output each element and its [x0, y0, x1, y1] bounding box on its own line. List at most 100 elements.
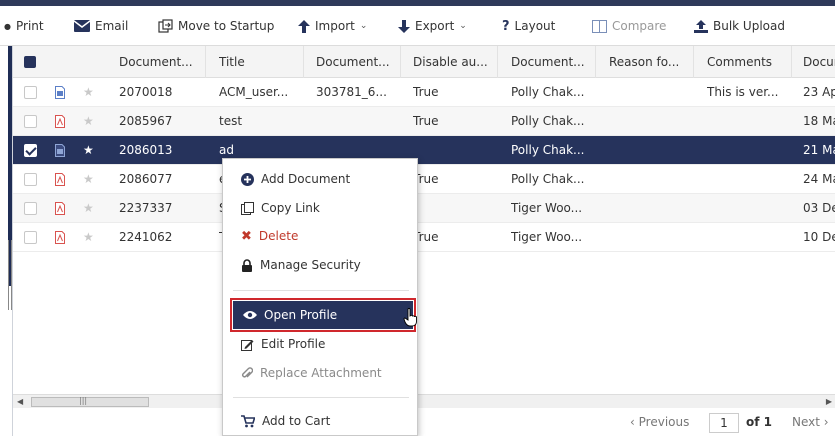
- word-file-icon: [55, 86, 65, 99]
- print-button[interactable]: ● Print: [4, 6, 44, 46]
- grid-header: Document... Title Document... Disable au…: [13, 46, 835, 78]
- row-checkbox[interactable]: [24, 202, 37, 215]
- table-row[interactable]: ★ 2237337 Sh Tiger Woo... 03 De: [13, 194, 835, 223]
- compare-label: Compare: [612, 19, 667, 33]
- column-header[interactable]: Reason fo...: [609, 46, 693, 78]
- menu-label: Add to Cart: [262, 414, 331, 428]
- scroll-left-icon[interactable]: ◀: [17, 395, 23, 409]
- paperclip-icon: [242, 366, 253, 377]
- column-header[interactable]: Comments: [707, 46, 791, 78]
- menu-item-edit-profile[interactable]: Edit Profile: [223, 330, 417, 358]
- table-row[interactable]: ★ 2241062 TE True Tiger Woo... 10 De: [13, 223, 835, 252]
- star-icon[interactable]: ★: [83, 165, 94, 194]
- page-number-input[interactable]: 1: [709, 413, 739, 433]
- document-grid: Document... Title Document... Disable au…: [12, 46, 835, 436]
- column-header[interactable]: Document...: [511, 46, 595, 78]
- menu-label: Delete: [258, 229, 299, 243]
- star-icon[interactable]: ★: [83, 136, 94, 165]
- cell-comments: [707, 194, 791, 223]
- email-label: Email: [95, 19, 129, 33]
- cell-date: 24 Ma: [803, 172, 835, 186]
- cell-date: 10 De: [803, 230, 835, 244]
- cart-icon: [241, 414, 255, 427]
- star-icon[interactable]: ★: [83, 107, 94, 136]
- chevron-down-icon: ⌄: [359, 21, 368, 31]
- cell-reason: [609, 107, 693, 136]
- cell-disable: True: [413, 114, 439, 128]
- menu-label: Replace Attachment: [260, 366, 382, 380]
- cell-owner: Polly Chak...: [511, 143, 585, 157]
- move-to-startup-label: Move to Startup: [178, 19, 275, 33]
- previous-page-button[interactable]: ‹ Previous: [630, 408, 689, 436]
- star-icon[interactable]: ★: [83, 223, 94, 252]
- cell-reason: [609, 78, 693, 107]
- row-checkbox-checked[interactable]: [24, 144, 37, 157]
- row-checkbox[interactable]: [24, 86, 37, 99]
- cell-comments: [707, 107, 791, 136]
- cell-title: test: [219, 114, 243, 128]
- menu-item-open-profile[interactable]: Open Profile: [230, 298, 416, 332]
- cell-document-number: 2086077: [119, 172, 173, 186]
- cell-comments: This is ver...: [707, 85, 779, 99]
- cell-reason: [609, 136, 693, 165]
- column-header[interactable]: Document...: [119, 46, 203, 78]
- column-header[interactable]: Document...: [316, 46, 400, 78]
- email-button[interactable]: Email: [74, 6, 128, 46]
- cell-title: ACM_user...: [219, 85, 289, 99]
- cell-date: 03 De: [803, 201, 835, 215]
- column-header[interactable]: Docur: [803, 46, 835, 78]
- row-checkbox[interactable]: [24, 115, 37, 128]
- row-checkbox[interactable]: [24, 173, 37, 186]
- toolbar: ● Print Email Move to Startup Import ⌄ E…: [0, 6, 835, 46]
- menu-item-copy-link[interactable]: Copy Link: [223, 194, 417, 222]
- cell-owner: Polly Chak...: [511, 172, 585, 186]
- bulk-upload-button[interactable]: Bulk Upload: [694, 6, 785, 46]
- menu-divider: [233, 397, 409, 398]
- previous-label: Previous: [638, 415, 690, 429]
- cell-date: 18 Ma: [803, 114, 835, 128]
- menu-item-add-to-cart[interactable]: Add to Cart: [223, 407, 417, 435]
- cell-disable: True: [413, 172, 439, 186]
- word-file-icon: [55, 144, 65, 157]
- context-menu: Add Document Copy Link ✖ Delete Manage S…: [222, 158, 418, 436]
- menu-label: Add Document: [261, 172, 351, 186]
- cell-owner: Tiger Woo...: [511, 230, 583, 244]
- menu-item-replace-attachment[interactable]: Replace Attachment: [223, 359, 417, 387]
- horizontal-scrollbar[interactable]: ◀ ||| ▶: [13, 394, 835, 408]
- copy-icon: [241, 201, 254, 215]
- table-row-selected[interactable]: ★ 2086013 ad Polly Chak... 21 Ma: [13, 136, 835, 165]
- cell-comments: [707, 223, 791, 252]
- scroll-right-icon[interactable]: ▶: [826, 395, 832, 409]
- compare-button[interactable]: Compare: [592, 6, 666, 46]
- star-icon[interactable]: ★: [83, 194, 94, 223]
- column-header[interactable]: Title: [219, 46, 303, 78]
- move-to-startup-button[interactable]: Move to Startup: [158, 6, 274, 46]
- menu-item-manage-security[interactable]: Manage Security: [223, 251, 417, 279]
- row-checkbox[interactable]: [24, 231, 37, 244]
- scrollbar-thumb[interactable]: [31, 397, 149, 407]
- import-dropdown[interactable]: Import ⌄: [298, 6, 367, 46]
- plus-circle-icon: [241, 172, 254, 186]
- pdf-file-icon: [55, 231, 65, 244]
- cell-disable: True: [413, 230, 439, 244]
- menu-item-delete[interactable]: ✖ Delete: [223, 222, 417, 250]
- table-row[interactable]: ★ 2085967 test True Polly Chak... 18 Ma: [13, 107, 835, 136]
- menu-divider: [233, 290, 409, 291]
- import-label: Import: [315, 19, 355, 33]
- upload-icon: [694, 19, 708, 33]
- cell-document: 303781_6...: [316, 85, 387, 99]
- layout-button[interactable]: ? Layout: [502, 6, 555, 46]
- cell-owner: Tiger Woo...: [511, 201, 583, 215]
- cell-document-number: 2237337: [119, 201, 173, 215]
- column-header[interactable]: Disable au...: [413, 46, 497, 78]
- arrow-up-icon: [298, 19, 310, 33]
- table-row[interactable]: ★ 2070018 ACM_user... 303781_6... True P…: [13, 78, 835, 107]
- export-dropdown[interactable]: Export ⌄: [398, 6, 467, 46]
- star-icon[interactable]: ★: [83, 78, 94, 107]
- menu-item-add-document[interactable]: Add Document: [223, 165, 417, 193]
- select-all-checkbox[interactable]: [24, 56, 36, 68]
- next-label: Next: [792, 415, 820, 429]
- cell-document: [316, 107, 400, 136]
- next-page-button[interactable]: Next ›: [792, 408, 829, 436]
- table-row[interactable]: ★ 2086077 et True Polly Chak... 24 Ma: [13, 165, 835, 194]
